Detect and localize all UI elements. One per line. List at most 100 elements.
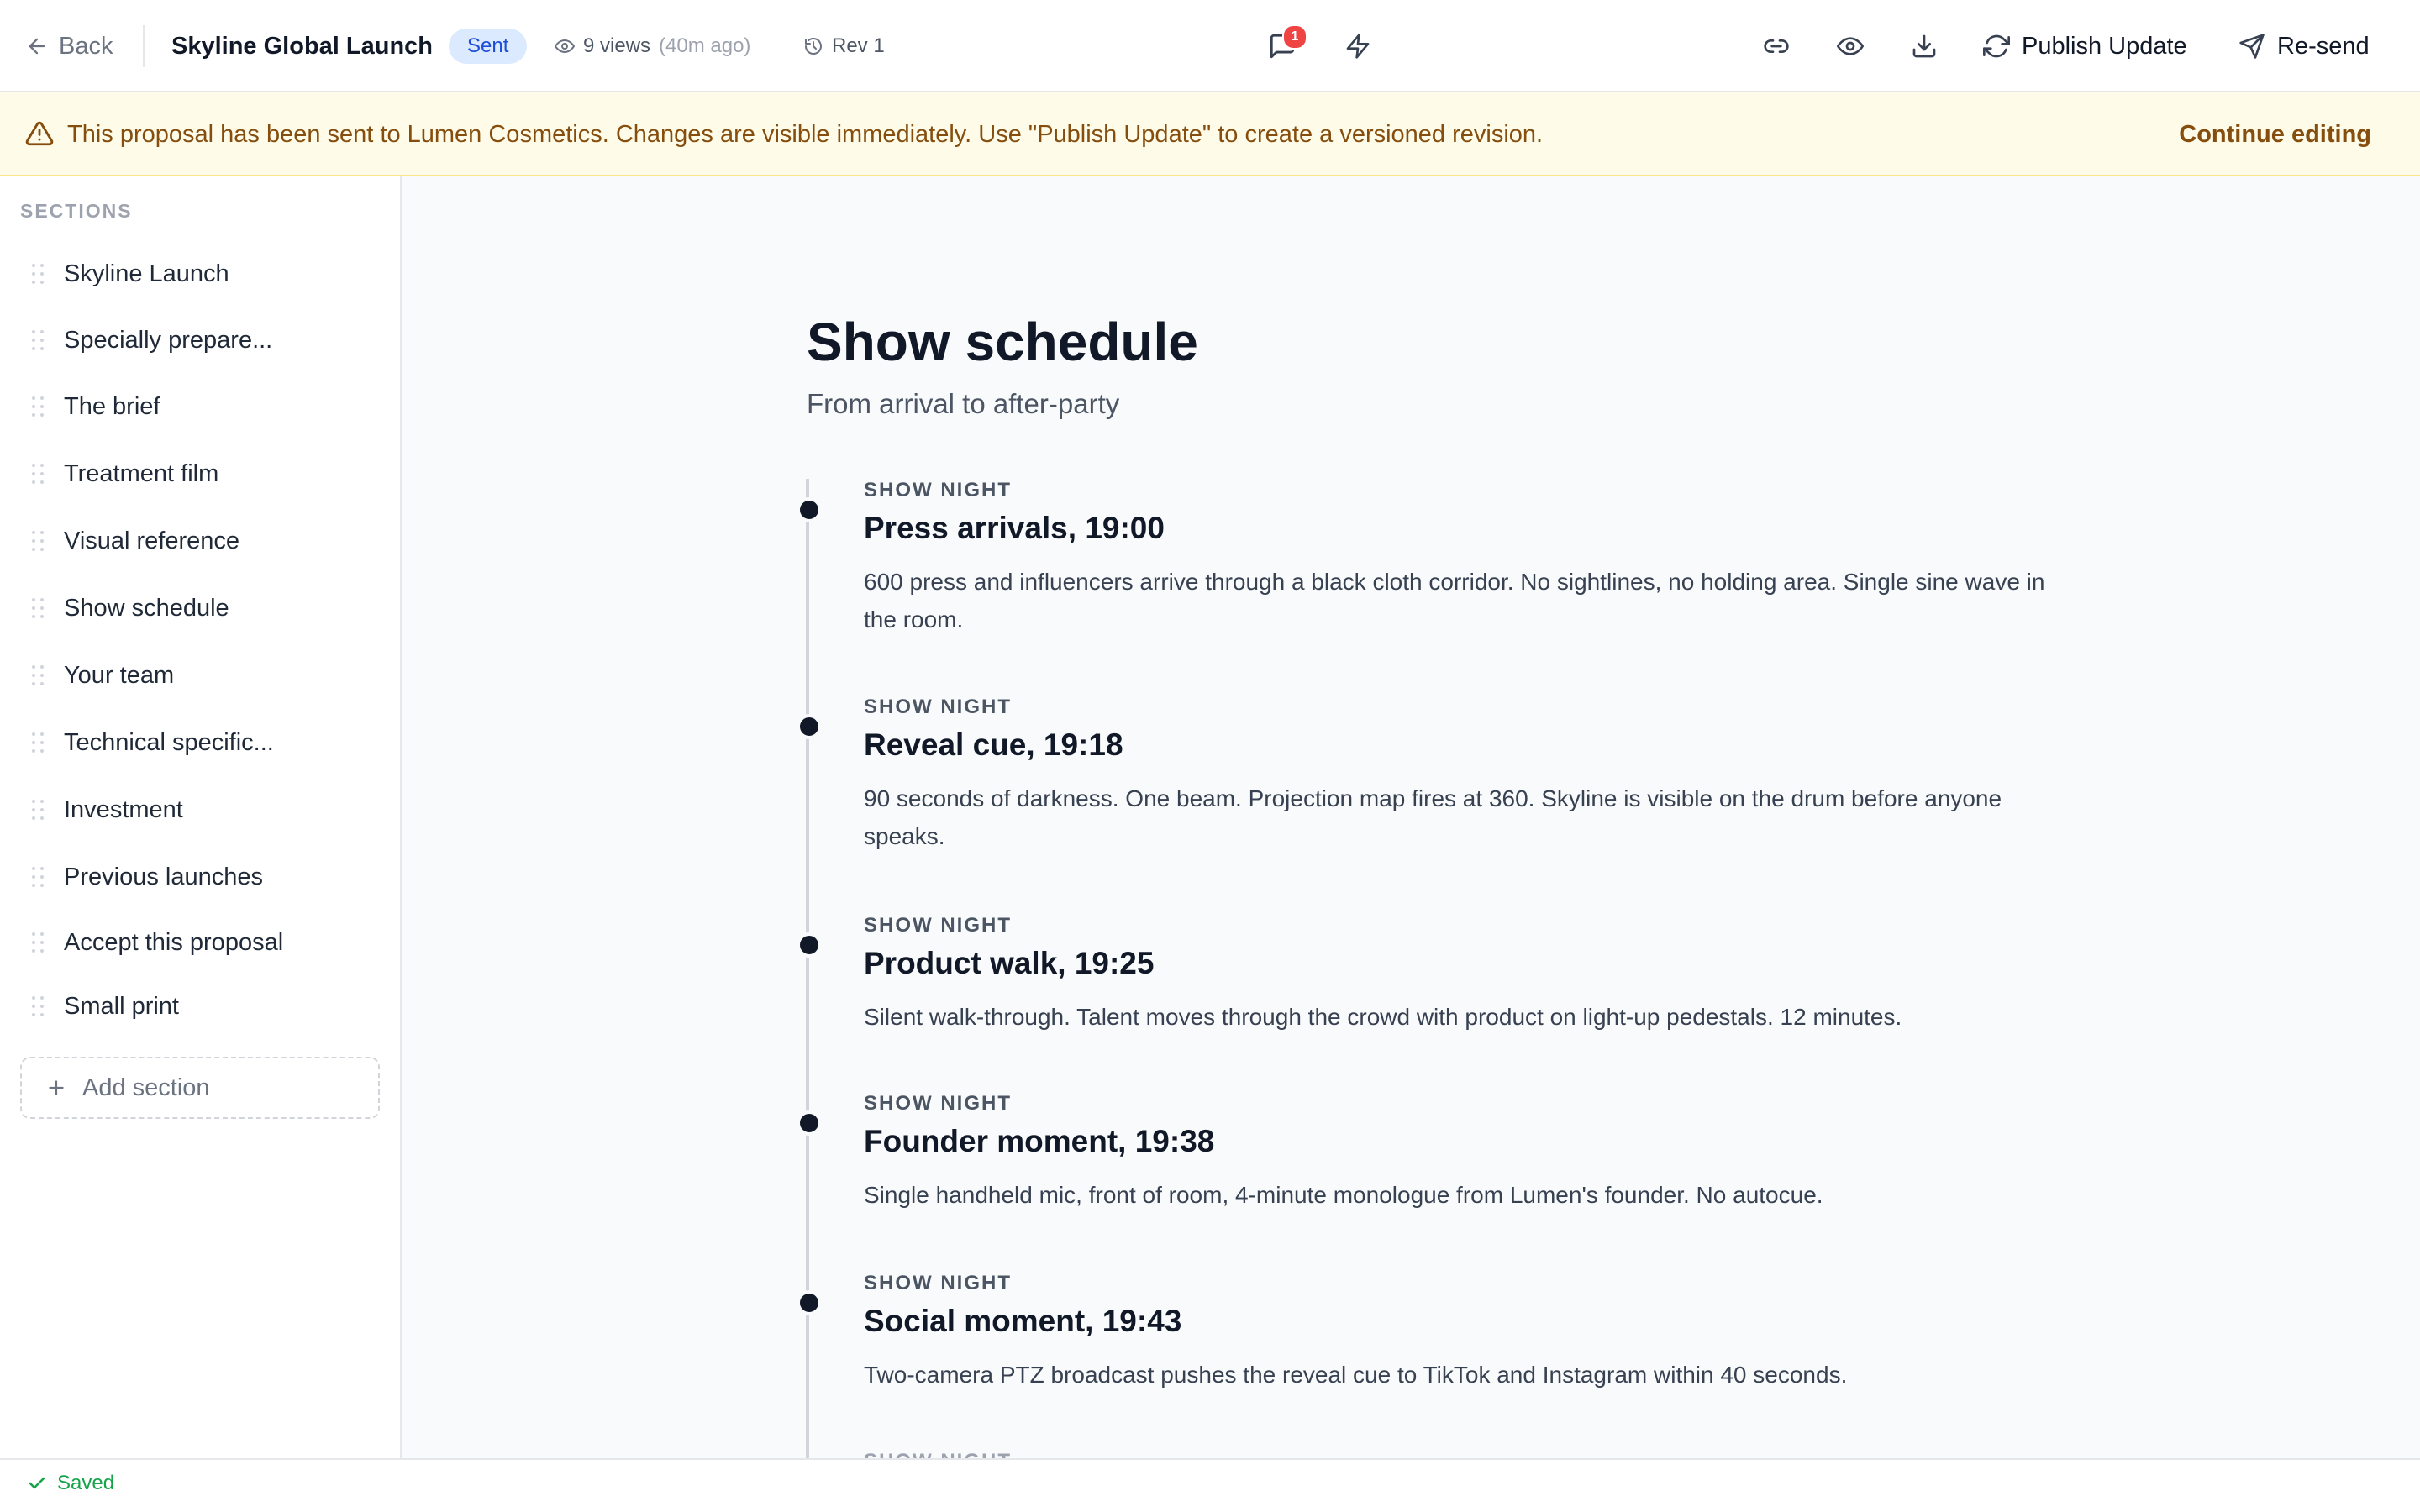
drag-handle-icon[interactable] — [32, 996, 47, 1016]
section-subtitle[interactable]: From arrival to after-party — [807, 388, 1119, 420]
drag-handle-icon[interactable] — [32, 531, 47, 551]
preview-button[interactable] — [1830, 26, 1870, 66]
sidebar-item-the-brief[interactable]: The brief — [20, 381, 381, 432]
back-button[interactable]: Back — [25, 29, 113, 64]
sidebar-item-label: Specially prepare... — [64, 326, 273, 354]
sidebar-item-label: Treatment film — [64, 459, 219, 487]
event-description: Single handheld mic, front of room, 4-mi… — [864, 1182, 1823, 1208]
check-icon — [29, 1477, 45, 1489]
plus-icon — [49, 1080, 64, 1095]
timeline-dot — [797, 714, 822, 739]
sidebar-item-your-team[interactable]: Your team — [20, 650, 381, 701]
status-badge: Sent — [449, 29, 528, 64]
sidebar-item-label: Accept this proposal — [64, 928, 284, 956]
sidebar-item-visual-reference[interactable]: Visual reference — [20, 516, 381, 566]
views-time: (40m ago) — [659, 34, 751, 57]
sidebar-item-show-schedule[interactable]: Show schedule — [20, 583, 381, 633]
sent-warning-banner: This proposal has been sent to Lumen Cos… — [0, 92, 2420, 176]
sidebar-item-label: The brief — [64, 392, 160, 420]
sidebar-item-specially-prepared[interactable]: Specially prepare... — [20, 315, 381, 365]
section-title[interactable]: Show schedule — [807, 311, 1198, 373]
back-label: Back — [59, 32, 113, 60]
drag-handle-icon[interactable] — [32, 732, 47, 753]
sidebar-item-label: Visual reference — [64, 527, 240, 554]
timeline-dot — [797, 1110, 822, 1136]
notification-badge: 1 — [1282, 24, 1307, 50]
warning-triangle-icon — [25, 121, 54, 146]
add-section-label: Add section — [82, 1074, 210, 1101]
history-icon — [805, 38, 822, 55]
event-description: Two-camera PTZ broadcast pushes the reve… — [864, 1362, 1848, 1388]
drag-handle-icon[interactable] — [32, 867, 47, 887]
drag-handle-icon[interactable] — [32, 932, 47, 953]
status-footer: Saved — [0, 1458, 2420, 1512]
automation-button[interactable] — [1338, 26, 1378, 66]
link-icon — [1764, 39, 1789, 53]
drag-handle-icon[interactable] — [32, 464, 47, 484]
sidebar-item-previous-launches[interactable]: Previous launches — [20, 852, 381, 902]
editor-canvas: Show schedule From arrival to after-part… — [402, 176, 2420, 1458]
sidebar-item-investment[interactable]: Investment — [20, 785, 381, 835]
sidebar-item-skyline-launch[interactable]: Skyline Launch — [20, 249, 381, 299]
event-title: Social moment, 19:43 — [864, 1304, 1182, 1338]
timeline-dot — [797, 932, 822, 958]
views-indicator: 9 views (40m ago) — [555, 29, 750, 64]
drag-handle-icon[interactable] — [32, 800, 47, 820]
event-title: Reveal cue, 19:18 — [864, 727, 1123, 762]
sections-sidebar: SECTIONS Skyline Launch Specially prepar… — [0, 176, 402, 1458]
event-description: 90 seconds of darkness. One beam. Projec… — [864, 785, 2002, 849]
event-kicker: SHOW NIGHT — [864, 1092, 1012, 1115]
publish-update-label: Publish Update — [2022, 32, 2187, 60]
revision-button[interactable]: Rev 1 — [803, 29, 885, 64]
download-icon — [1912, 34, 1936, 58]
sidebar-item-accept-proposal[interactable]: Accept this proposal — [20, 917, 381, 968]
sidebar-item-label: Previous launches — [64, 863, 263, 890]
add-section-button[interactable]: Add section — [20, 1057, 380, 1119]
event-description: 600 press and influencers arrive through… — [864, 569, 2045, 633]
resend-label: Re-send — [2277, 32, 2370, 60]
publish-update-button[interactable]: Publish Update — [1983, 26, 2187, 66]
sections-heading: SECTIONS — [20, 200, 133, 222]
views-count: 9 views — [583, 34, 651, 57]
eye-icon — [555, 39, 575, 53]
event-title: Press arrivals, 19:00 — [864, 511, 1165, 545]
resend-button[interactable]: Re-send — [2238, 26, 2370, 66]
eye-icon — [1837, 37, 1864, 55]
event-kicker: SHOW NIGHT — [864, 696, 1012, 718]
save-status-label: Saved — [57, 1472, 115, 1494]
timeline-dot — [797, 1290, 822, 1315]
sidebar-item-label: Show schedule — [64, 594, 229, 622]
event-kicker: SHOW NIGHT — [864, 1272, 1012, 1294]
sidebar-item-label: Your team — [64, 661, 175, 689]
header-divider — [143, 25, 145, 67]
comments-button[interactable]: 1 — [1262, 24, 1307, 66]
continue-editing-button[interactable]: Continue editing — [2179, 118, 2371, 151]
top-bar: Back Skyline Global Launch Sent 9 views … — [0, 0, 2420, 92]
sidebar-item-label: Technical specific... — [64, 728, 274, 756]
refresh-icon — [1983, 34, 2010, 58]
drag-handle-icon[interactable] — [32, 665, 47, 685]
arrow-left-icon — [29, 38, 45, 55]
download-button[interactable] — [1904, 26, 1944, 66]
sidebar-item-technical-specification[interactable]: Technical specific... — [20, 717, 381, 768]
event-title: Product walk, 19:25 — [864, 946, 1155, 980]
send-icon — [2239, 34, 2265, 59]
revision-label: Rev 1 — [832, 34, 885, 57]
sidebar-item-treatment-film[interactable]: Treatment film — [20, 449, 381, 499]
event-kicker: SHOW NIGHT — [864, 914, 1012, 937]
event-kicker: SHOW NIGHT — [864, 479, 1012, 501]
sidebar-item-label: Small print — [64, 992, 179, 1020]
drag-handle-icon[interactable] — [32, 330, 47, 350]
drag-handle-icon[interactable] — [32, 264, 47, 284]
sidebar-item-small-print[interactable]: Small print — [20, 981, 381, 1032]
event-description: Silent walk-through. Talent moves throug… — [864, 1004, 1902, 1030]
timeline-dot — [797, 497, 822, 522]
event-title: Founder moment, 19:38 — [864, 1124, 1215, 1158]
event-kicker-partial: SHOW NIGHT — [864, 1450, 1012, 1458]
banner-message: This proposal has been sent to Lumen Cos… — [67, 121, 1544, 148]
drag-handle-icon[interactable] — [32, 396, 47, 417]
sidebar-item-label: Skyline Launch — [64, 260, 229, 287]
lightning-icon — [1346, 34, 1370, 59]
drag-handle-icon[interactable] — [32, 598, 47, 618]
copy-link-button[interactable] — [1756, 26, 1797, 66]
